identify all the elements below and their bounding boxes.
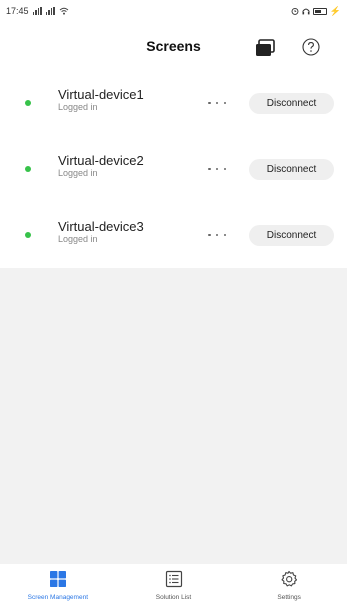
battery-icon (312, 7, 327, 15)
dot (223, 233, 226, 237)
help-icon (302, 38, 320, 56)
disconnect-button[interactable]: Disconnect (249, 158, 334, 180)
help-button[interactable] (302, 38, 320, 56)
tab-label: Settings (277, 594, 301, 601)
status-bar: 17:45 ⚡ (0, 0, 347, 22)
device-info: Virtual-device2 Logged in (58, 153, 144, 179)
dot (215, 167, 219, 171)
grid-icon (49, 571, 66, 587)
multi-screen-icon (256, 39, 275, 56)
device-name: Virtual-device3 (58, 219, 144, 234)
bottom-tab-bar: Screen Management Solution List Settings (0, 564, 347, 606)
tab-settings[interactable]: Settings (231, 564, 347, 606)
more-options-button[interactable] (208, 98, 226, 108)
device-status: Logged in (58, 168, 98, 178)
gear-icon (281, 570, 298, 587)
dot (208, 101, 211, 105)
signal-icon-2 (45, 7, 55, 15)
status-left: 17:45 (6, 6, 69, 16)
dot (215, 101, 219, 105)
dot (208, 167, 211, 171)
online-status-dot (25, 100, 31, 106)
empty-area (0, 268, 347, 564)
device-row-2[interactable]: Virtual-device2 Logged in Disconnect (0, 136, 347, 202)
tab-label: Solution List (155, 594, 192, 601)
dot (208, 233, 211, 237)
device-name: Virtual-device2 (58, 153, 144, 168)
disconnect-button[interactable]: Disconnect (249, 224, 334, 246)
device-info: Virtual-device3 Logged in (58, 219, 144, 245)
alarm-icon (291, 7, 299, 15)
tab-label: Screen Management (27, 594, 88, 601)
dot (215, 233, 219, 237)
device-list: Virtual-device1 Logged in Disconnect Vir… (0, 70, 347, 268)
header: Screens (0, 22, 347, 70)
device-row-3[interactable]: Virtual-device3 Logged in Disconnect (0, 202, 347, 268)
device-status: Logged in (58, 102, 98, 112)
list-icon (165, 570, 182, 588)
dot (223, 101, 226, 105)
more-options-button[interactable] (208, 230, 226, 240)
device-status: Logged in (58, 234, 98, 244)
dot (223, 167, 226, 171)
device-row-1[interactable]: Virtual-device1 Logged in Disconnect (0, 70, 347, 136)
online-status-dot (25, 232, 31, 238)
signal-icon (32, 7, 42, 15)
device-info: Virtual-device1 Logged in (58, 87, 144, 113)
tab-screen-management[interactable]: Screen Management (0, 564, 116, 606)
tab-solution-list[interactable]: Solution List (116, 564, 232, 606)
status-time: 17:45 (6, 6, 29, 16)
device-name: Virtual-device1 (58, 87, 144, 102)
headphones-icon (302, 8, 310, 15)
multi-screen-button[interactable] (254, 38, 276, 58)
online-status-dot (25, 166, 31, 172)
status-right: ⚡ (291, 6, 341, 17)
more-options-button[interactable] (208, 164, 226, 174)
page-title: Screens (146, 38, 201, 54)
disconnect-button[interactable]: Disconnect (249, 92, 334, 114)
charging-icon: ⚡ (329, 5, 341, 16)
wifi-icon (59, 7, 68, 15)
